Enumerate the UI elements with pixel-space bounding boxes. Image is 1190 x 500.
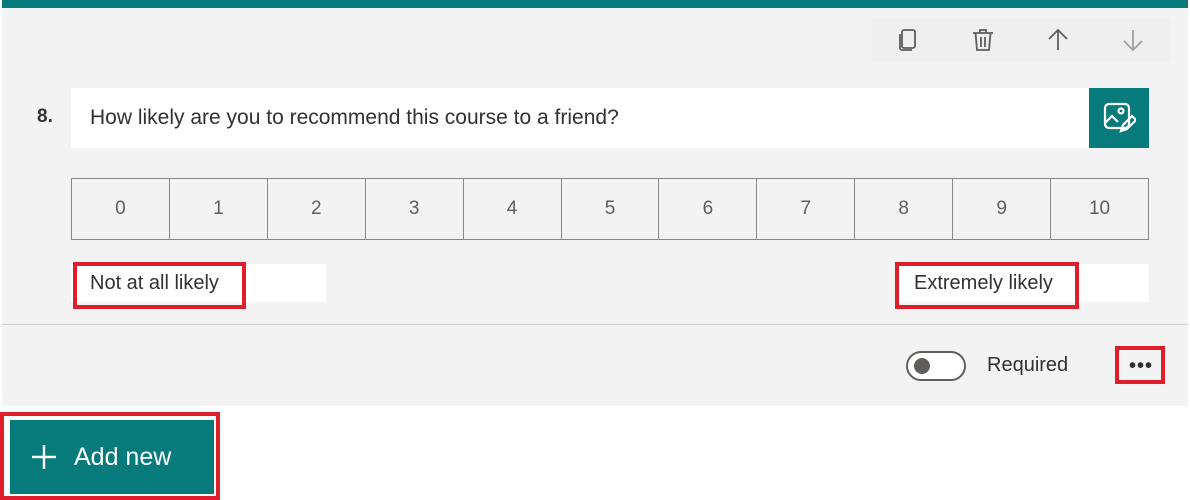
question-text-field[interactable]: How likely are you to recommend this cou… <box>71 88 1089 148</box>
scale-option: 4 <box>462 179 561 239</box>
move-down-icon <box>1123 30 1143 52</box>
card-accent-bar <box>2 0 1188 8</box>
delete-icon <box>973 29 993 51</box>
scale-option: 3 <box>364 179 463 239</box>
move-up-button[interactable] <box>1040 23 1076 57</box>
image-edit-icon <box>1103 102 1136 133</box>
scale-option: 7 <box>756 179 854 239</box>
delete-button[interactable] <box>965 23 1001 57</box>
scale-option: 10 <box>1050 179 1148 239</box>
scale-option: 2 <box>266 179 365 239</box>
scale-option: 1 <box>168 179 267 239</box>
required-toggle[interactable] <box>906 351 966 381</box>
scale-option: 9 <box>952 179 1050 239</box>
add-new-label: Add new <box>74 442 172 471</box>
plus-icon <box>14 443 74 471</box>
scale-option: 5 <box>560 179 659 239</box>
scale-option: 8 <box>854 179 952 239</box>
question-toolbar <box>872 19 1170 61</box>
high-label-field[interactable]: Extremely likely <box>895 264 1149 302</box>
move-up-icon <box>1048 28 1068 50</box>
required-label: Required <box>987 354 1069 376</box>
low-label-field[interactable]: Not at all likely <box>71 264 326 302</box>
insert-media-button[interactable] <box>1089 88 1149 148</box>
divider <box>2 324 1188 325</box>
move-down-button[interactable] <box>1115 23 1151 57</box>
add-new-button[interactable]: Add new <box>10 420 214 494</box>
more-options-button[interactable]: ••• <box>1122 352 1160 380</box>
scale-option: 6 <box>658 179 756 239</box>
toggle-knob <box>914 358 930 374</box>
scale-option: 0 <box>115 198 126 219</box>
rating-scale: 0 1 2 3 4 5 6 7 8 9 10 <box>71 178 1149 240</box>
question-number: 8. <box>37 106 53 127</box>
copy-icon <box>899 29 916 51</box>
question-card: 8. How likely are you to recommend this … <box>2 0 1188 406</box>
copy-button[interactable] <box>890 23 926 57</box>
